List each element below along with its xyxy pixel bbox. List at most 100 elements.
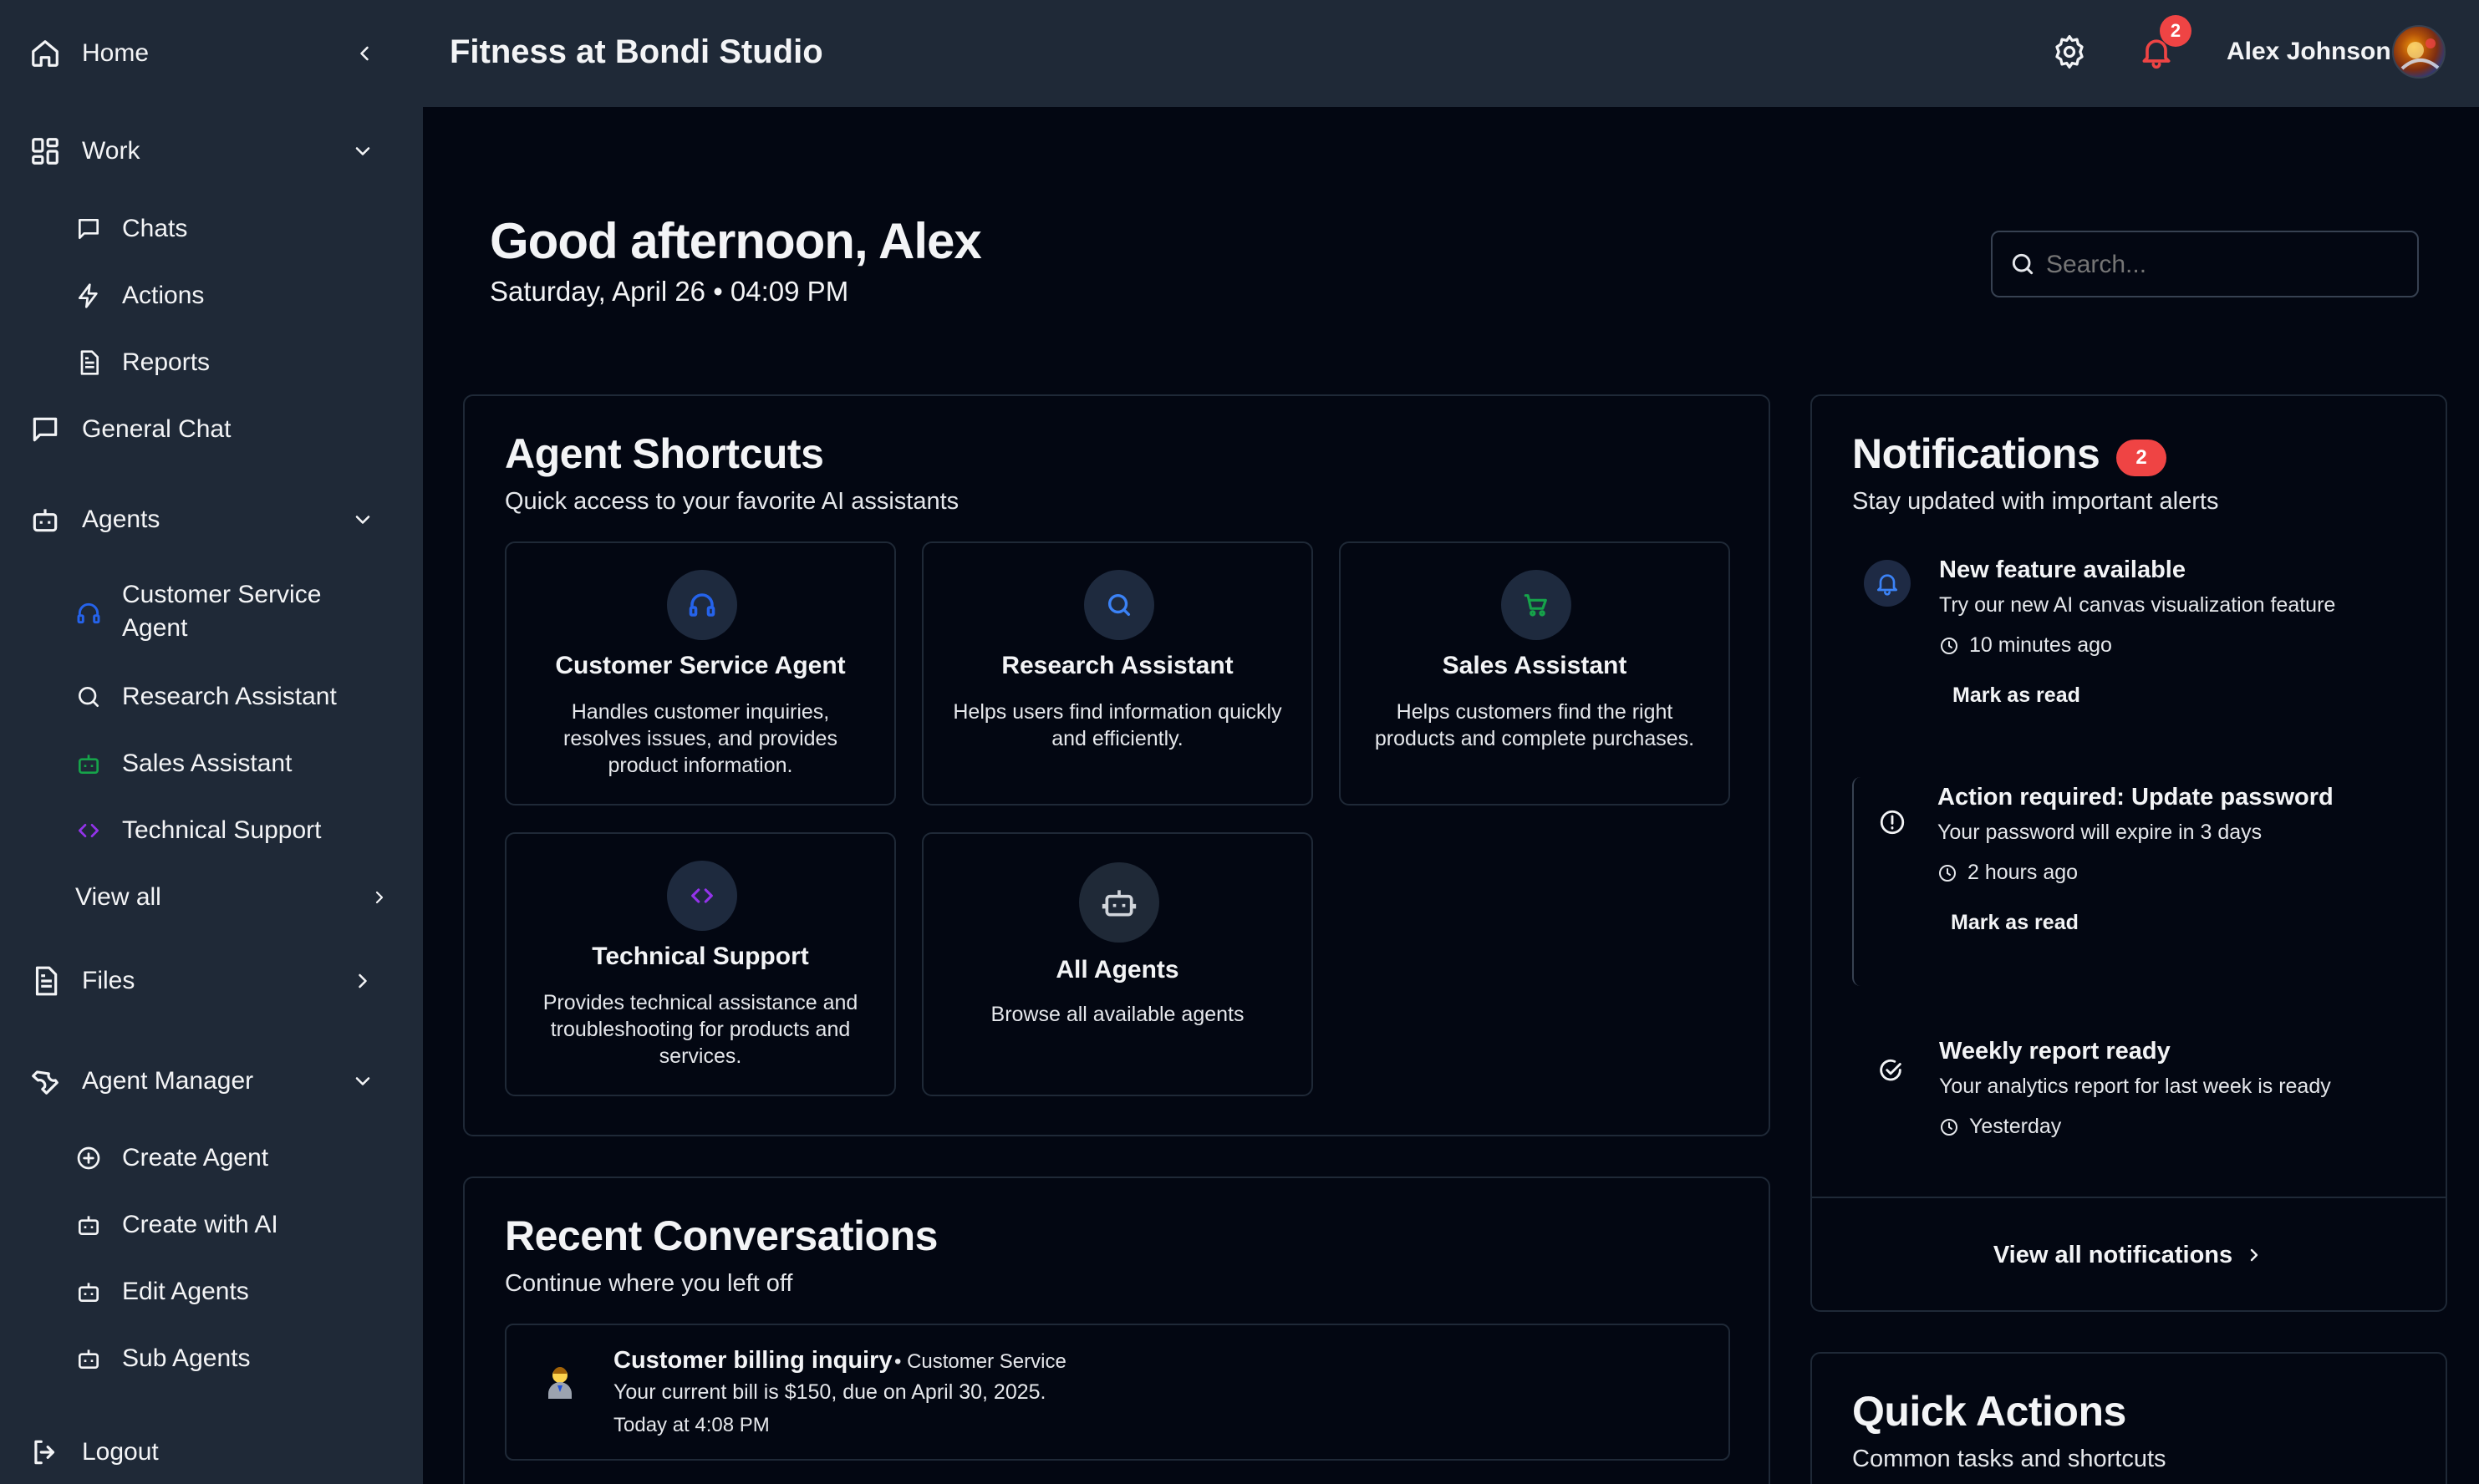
agent-card-title: Technical Support [592,943,809,970]
bell-icon [1864,560,1911,607]
agent-shortcuts-card: Agent Shortcuts Quick access to your fav… [463,394,1770,1136]
sidebar-item-agent-manager[interactable]: Agent Manager [0,1065,423,1098]
chevron-down-icon [351,1070,374,1093]
sidebar-item-actions[interactable]: Actions [0,279,423,313]
agent-card-sales-assistant[interactable]: Sales Assistant Helps customers find the… [1339,541,1730,806]
sidebar-item-research-assistant[interactable]: Research Assistant [0,680,423,714]
sidebar-view-all-agents[interactable]: View all [0,881,423,914]
app-title: Fitness at Bondi Studio [450,33,823,70]
search-box [1991,231,2419,297]
sidebar-item-home[interactable]: Home [0,37,423,70]
notification-message: Your password will expire in 3 days [1937,821,2263,844]
greeting-title: Good afternoon, Alex [490,213,982,269]
agent-card-title: Sales Assistant [1442,652,1627,679]
notification-time: 10 minutes ago [1939,633,2112,658]
bot-icon [28,503,62,536]
sidebar-item-reports[interactable]: Reports [0,346,423,379]
view-all-notifications-label: View all notifications [1993,1241,2233,1268]
conversation-title: Customer billing inquiry [613,1347,893,1374]
logout-icon [28,1436,62,1469]
sidebar-item-sub-agents[interactable]: Sub Agents [0,1342,423,1375]
conversation-message: Your current bill is $150, due on April … [613,1380,1046,1404]
sidebar-item-label: Create Agent [122,1144,269,1171]
chevron-right-icon [2244,1245,2264,1265]
home-icon [28,37,62,70]
notification-item: New feature available Try our new AI can… [1852,550,2420,717]
alert-circle-icon [1869,799,1916,846]
sidebar-item-chats[interactable]: Chats [0,212,423,246]
notification-title: Weekly report ready [1939,1038,2171,1065]
notifications-subtitle: Stay updated with important alerts [1852,488,2219,515]
notification-count-badge: 2 [2160,15,2191,47]
sidebar-item-label: View all [75,883,161,911]
notification-time-text: Yesterday [1969,1115,2062,1138]
notifications-count-badge: 2 [2116,440,2166,476]
bot-icon [1079,862,1159,943]
clock-icon [1941,637,1957,654]
sidebar: Home Work Chats Actions Reports General … [0,0,423,1484]
sidebar-item-label: Customer Service Agent [122,581,322,642]
wrench-icon [28,1065,62,1098]
sidebar-item-general-chat[interactable]: General Chat [0,413,423,446]
check-circle-icon [1867,1048,1914,1095]
notifications-button[interactable]: 2 [2138,15,2191,70]
document-icon [28,964,62,998]
top-bar: Fitness at Bondi Studio 2 Alex Johnson [423,0,2479,107]
recent-conversations-card: Recent Conversations Continue where you … [463,1177,1770,1484]
agent-card-all-agents[interactable]: All Agents Browse all available agents [922,832,1313,1096]
mark-as-read-button[interactable]: Mark as read [1952,684,2080,708]
grid-icon [28,135,62,168]
agent-card-description: Browse all available agents [990,1003,1245,1026]
search-icon [72,680,105,714]
agent-card-title: Customer Service Agent [555,652,846,679]
quick-actions-card: Quick Actions Common tasks and shortcuts [1810,1352,2447,1484]
recent-conversations-subtitle: Continue where you left off [505,1270,793,1297]
sidebar-item-label: Agents [82,506,160,533]
agent-card-title: Research Assistant [1001,652,1234,679]
avatar[interactable] [2392,25,2446,79]
sidebar-item-create-with-ai[interactable]: Create with AI [0,1208,423,1242]
collapse-sidebar-icon[interactable] [353,42,376,65]
document-icon [72,346,105,379]
sidebar-item-label: Agent Manager [82,1067,254,1095]
bot-icon [72,1342,105,1375]
notification-time: 2 hours ago [1937,861,2078,885]
agent-card-description: Handles customer inquiries, resolves iss… [563,700,837,777]
quick-actions-title: Quick Actions [1852,1388,2126,1435]
notification-time-text: 2 hours ago [1967,861,2079,884]
agent-card-technical-support[interactable]: Technical Support Provides technical ass… [505,832,896,1096]
sidebar-item-files[interactable]: Files [0,964,423,998]
sidebar-item-work[interactable]: Work [0,135,423,168]
notification-title: Action required: Update password [1937,784,2334,811]
sidebar-item-technical-support[interactable]: Technical Support [0,814,423,847]
conversation-item[interactable]: Customer billing inquiry • Customer Serv… [505,1324,1730,1461]
lightning-icon [72,279,105,313]
view-all-notifications-button[interactable]: View all notifications [1812,1198,2446,1312]
agent-shortcuts-title: Agent Shortcuts [505,430,824,477]
headset-icon [72,597,105,630]
sidebar-item-customer-service-agent[interactable]: Customer Service Agent [0,578,423,648]
sidebar-item-logout[interactable]: Logout [0,1436,423,1469]
notification-time: Yesterday [1939,1115,2061,1139]
sidebar-item-label: Work [82,137,140,165]
agent-avatar-icon [540,1362,580,1402]
sidebar-item-create-agent[interactable]: Create Agent [0,1141,423,1175]
message-icon [28,413,62,446]
settings-button[interactable] [2051,33,2088,70]
headset-icon [667,570,737,640]
user-name[interactable]: Alex Johnson [2227,35,2391,69]
agent-card-customer-service[interactable]: Customer Service Agent Handles customer … [505,541,896,806]
plus-circle-icon [72,1141,105,1175]
sidebar-item-edit-agents[interactable]: Edit Agents [0,1275,423,1309]
search-icon [1084,570,1154,640]
search-input[interactable] [2046,244,2405,286]
notification-item: Action required: Update password Your pa… [1852,777,2420,986]
mark-as-read-button[interactable]: Mark as read [1951,911,2079,935]
sidebar-item-agents[interactable]: Agents [0,503,423,536]
sidebar-item-label: Technical Support [122,816,322,844]
agent-card-research-assistant[interactable]: Research Assistant Helps users find info… [922,541,1313,806]
clock-icon [1939,864,1956,882]
sidebar-item-label: Research Assistant [122,683,337,710]
sidebar-item-sales-assistant[interactable]: Sales Assistant [0,747,423,780]
chevron-right-icon [369,887,389,907]
